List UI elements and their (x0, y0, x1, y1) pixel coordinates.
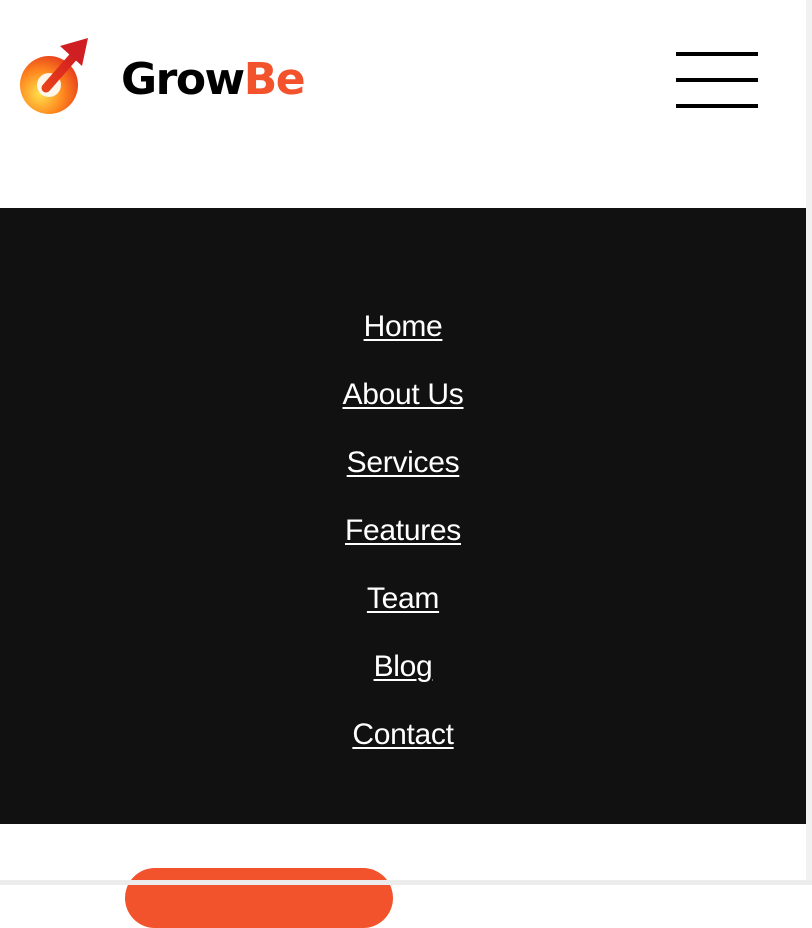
viewport-edge (806, 0, 812, 885)
hamburger-bar (676, 104, 758, 108)
nav-link-contact[interactable]: Contact (352, 718, 454, 751)
nav-item-home: Home (0, 306, 806, 374)
nav-list: Home About Us Services Features Team Blo… (0, 306, 806, 782)
nav-item-services: Services (0, 442, 806, 510)
nav-link-features[interactable]: Features (345, 514, 461, 547)
brand-name-be: Be (243, 54, 306, 105)
nav-link-services[interactable]: Services (347, 446, 460, 479)
cta-button-partial[interactable] (125, 868, 393, 928)
hamburger-menu-icon[interactable] (676, 50, 758, 114)
nav-item-about-us: About Us (0, 374, 806, 442)
nav-item-features: Features (0, 510, 806, 578)
growbe-logo-icon[interactable] (16, 34, 92, 118)
brand-name[interactable]: GrowBe (121, 52, 306, 108)
site-header: GrowBe (0, 0, 806, 208)
brand-name-grow: Grow (121, 54, 245, 105)
hamburger-bar (676, 78, 758, 82)
nav-item-blog: Blog (0, 646, 806, 714)
nav-item-team: Team (0, 578, 806, 646)
nav-link-about-us[interactable]: About Us (343, 378, 464, 411)
hamburger-bar (676, 52, 758, 56)
nav-link-home[interactable]: Home (364, 310, 443, 343)
nav-link-team[interactable]: Team (367, 582, 439, 615)
nav-link-blog[interactable]: Blog (374, 650, 433, 683)
nav-item-contact: Contact (0, 714, 806, 782)
mobile-nav-menu: Home About Us Services Features Team Blo… (0, 208, 806, 824)
viewport-bottom-edge (0, 880, 812, 885)
